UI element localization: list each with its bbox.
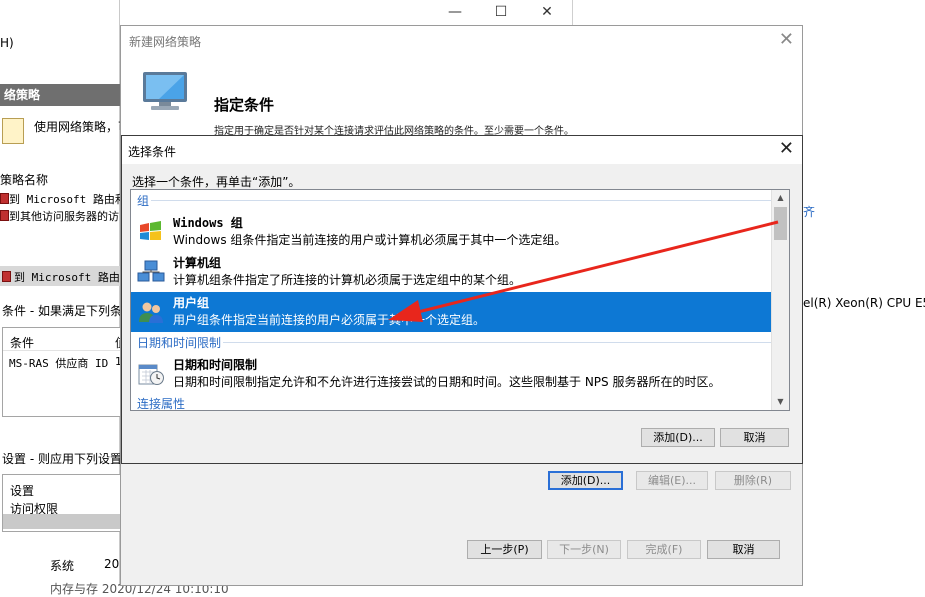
annotation-arrow-icon xyxy=(388,220,779,322)
